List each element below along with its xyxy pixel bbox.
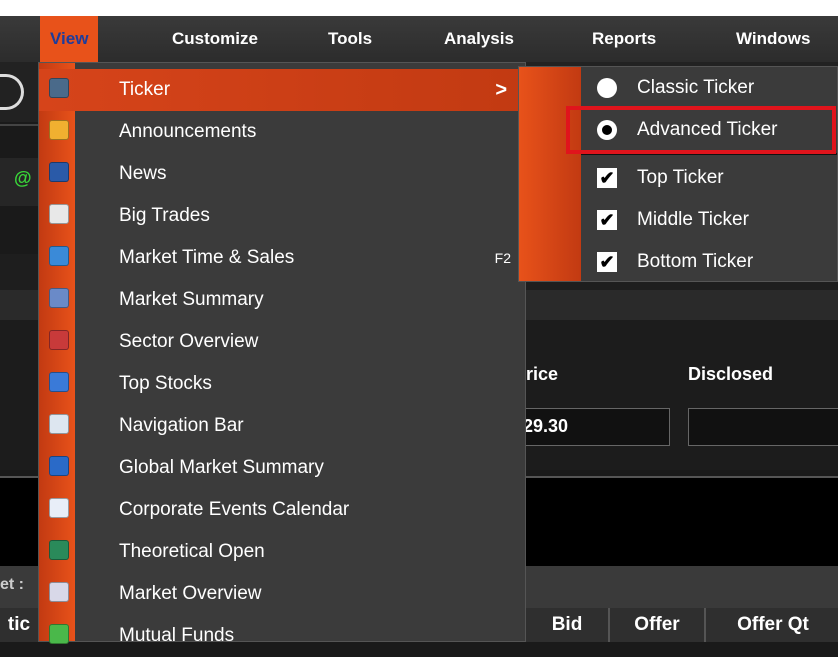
menu-bar: View Customize Tools Analysis Reports Wi…: [0, 0, 838, 62]
menu-item-label: Navigation Bar: [119, 415, 244, 436]
submenu-item-middle-ticker[interactable]: ✔ Middle Ticker: [519, 199, 837, 241]
submenu-item-label: Classic Ticker: [637, 77, 755, 98]
sector-icon: [49, 330, 69, 350]
menu-item-theoretical-open[interactable]: Theoretical Open: [39, 531, 525, 573]
menu-item-label: Corporate Events Calendar: [119, 499, 350, 520]
global-summary-icon: [49, 456, 69, 476]
menu-item-big-trades[interactable]: Big Trades: [39, 195, 525, 237]
menu-item-global-market-summary[interactable]: Global Market Summary: [39, 447, 525, 489]
menu-item-label: Ticker: [119, 79, 171, 100]
submenu-item-label: Bottom Ticker: [637, 251, 754, 272]
menu-item-label: Top Stocks: [119, 373, 212, 394]
at-symbol-icon: @: [14, 168, 32, 188]
menu-item-label: Market Summary: [119, 289, 264, 310]
menu-windows[interactable]: Windows: [726, 16, 820, 62]
menu-item-label: Theoretical Open: [119, 541, 265, 562]
menu-item-label: Announcements: [119, 121, 257, 142]
calendar-icon: [49, 498, 69, 518]
menu-item-news[interactable]: News: [39, 153, 525, 195]
menu-item-label: News: [119, 163, 167, 184]
market-label: et :: [0, 576, 24, 593]
menu-item-label: Global Market Summary: [119, 457, 324, 478]
checkbox-checked-icon[interactable]: ✔: [597, 168, 617, 188]
view-menu: Ticker > Announcements News Big Trades M…: [38, 62, 526, 646]
menu-item-market-overview[interactable]: Market Overview: [39, 573, 525, 615]
menu-item-label: Big Trades: [119, 205, 210, 226]
menu-analysis[interactable]: Analysis: [434, 16, 524, 62]
menu-view[interactable]: View: [40, 16, 99, 62]
checkbox-checked-icon[interactable]: ✔: [597, 252, 617, 272]
submenu-item-label: Top Ticker: [637, 167, 724, 188]
menu-tools[interactable]: Tools: [318, 16, 382, 62]
column-header-offer[interactable]: Offer: [608, 608, 704, 642]
menu-item-top-stocks[interactable]: Top Stocks: [39, 363, 525, 405]
menu-item-label: Market Time & Sales: [119, 247, 295, 268]
menu-item-mutual-funds[interactable]: Mutual Funds: [39, 615, 525, 657]
menu-item-navigation-bar[interactable]: Navigation Bar: [39, 405, 525, 447]
title-strip: [0, 0, 838, 16]
menu-reports[interactable]: Reports: [582, 16, 666, 62]
disclosed-input[interactable]: [688, 408, 838, 446]
menu-item-label: Market Overview: [119, 583, 262, 604]
column-header-bid[interactable]: Bid: [524, 608, 608, 642]
price-label: rice: [526, 364, 559, 384]
column-header[interactable]: tic: [0, 608, 38, 642]
menu-item-market-time-sales[interactable]: Market Time & Sales F2: [39, 237, 525, 279]
menu-item-announcements[interactable]: Announcements: [39, 111, 525, 153]
price-input[interactable]: 29.30: [516, 408, 670, 446]
submenu-item-bottom-ticker[interactable]: ✔ Bottom Ticker: [519, 241, 837, 283]
ticker-icon: [49, 78, 69, 98]
highlight-box: [566, 106, 836, 154]
menu-item-ticker[interactable]: Ticker >: [39, 69, 525, 111]
thumbs-up-icon: [49, 372, 69, 392]
ticker-submenu: Classic Ticker Advanced Ticker ✔ Top Tic…: [518, 66, 838, 282]
trend-chart-icon: [49, 204, 69, 224]
submenu-item-top-ticker[interactable]: ✔ Top Ticker: [519, 157, 837, 199]
menu-item-market-summary[interactable]: Market Summary: [39, 279, 525, 321]
shortcut-label: F2: [494, 250, 511, 266]
menu-item-label: Sector Overview: [119, 331, 259, 352]
menu-item-sector-overview[interactable]: Sector Overview: [39, 321, 525, 363]
radio-button[interactable]: [597, 78, 617, 98]
mutual-funds-icon: [49, 624, 69, 644]
market-overview-icon: [49, 582, 69, 602]
submenu-arrow-icon: >: [495, 79, 507, 101]
checkbox-checked-icon[interactable]: ✔: [597, 210, 617, 230]
column-header-offer-qty[interactable]: Offer Qt: [704, 608, 838, 642]
menu-item-corporate-events-calendar[interactable]: Corporate Events Calendar: [39, 489, 525, 531]
navigation-bar-icon: [49, 414, 69, 434]
time-sales-icon: [49, 246, 69, 266]
menu-customize[interactable]: Customize: [162, 16, 268, 62]
summary-table-icon: [49, 288, 69, 308]
megaphone-icon: [49, 120, 69, 140]
menu-item-label: Mutual Funds: [119, 625, 235, 646]
news-icon: [49, 162, 69, 182]
theoretical-open-icon: [49, 540, 69, 560]
submenu-item-classic-ticker[interactable]: Classic Ticker: [519, 67, 837, 109]
disclosed-label: Disclosed: [688, 364, 774, 384]
submenu-item-label: Middle Ticker: [637, 209, 749, 230]
